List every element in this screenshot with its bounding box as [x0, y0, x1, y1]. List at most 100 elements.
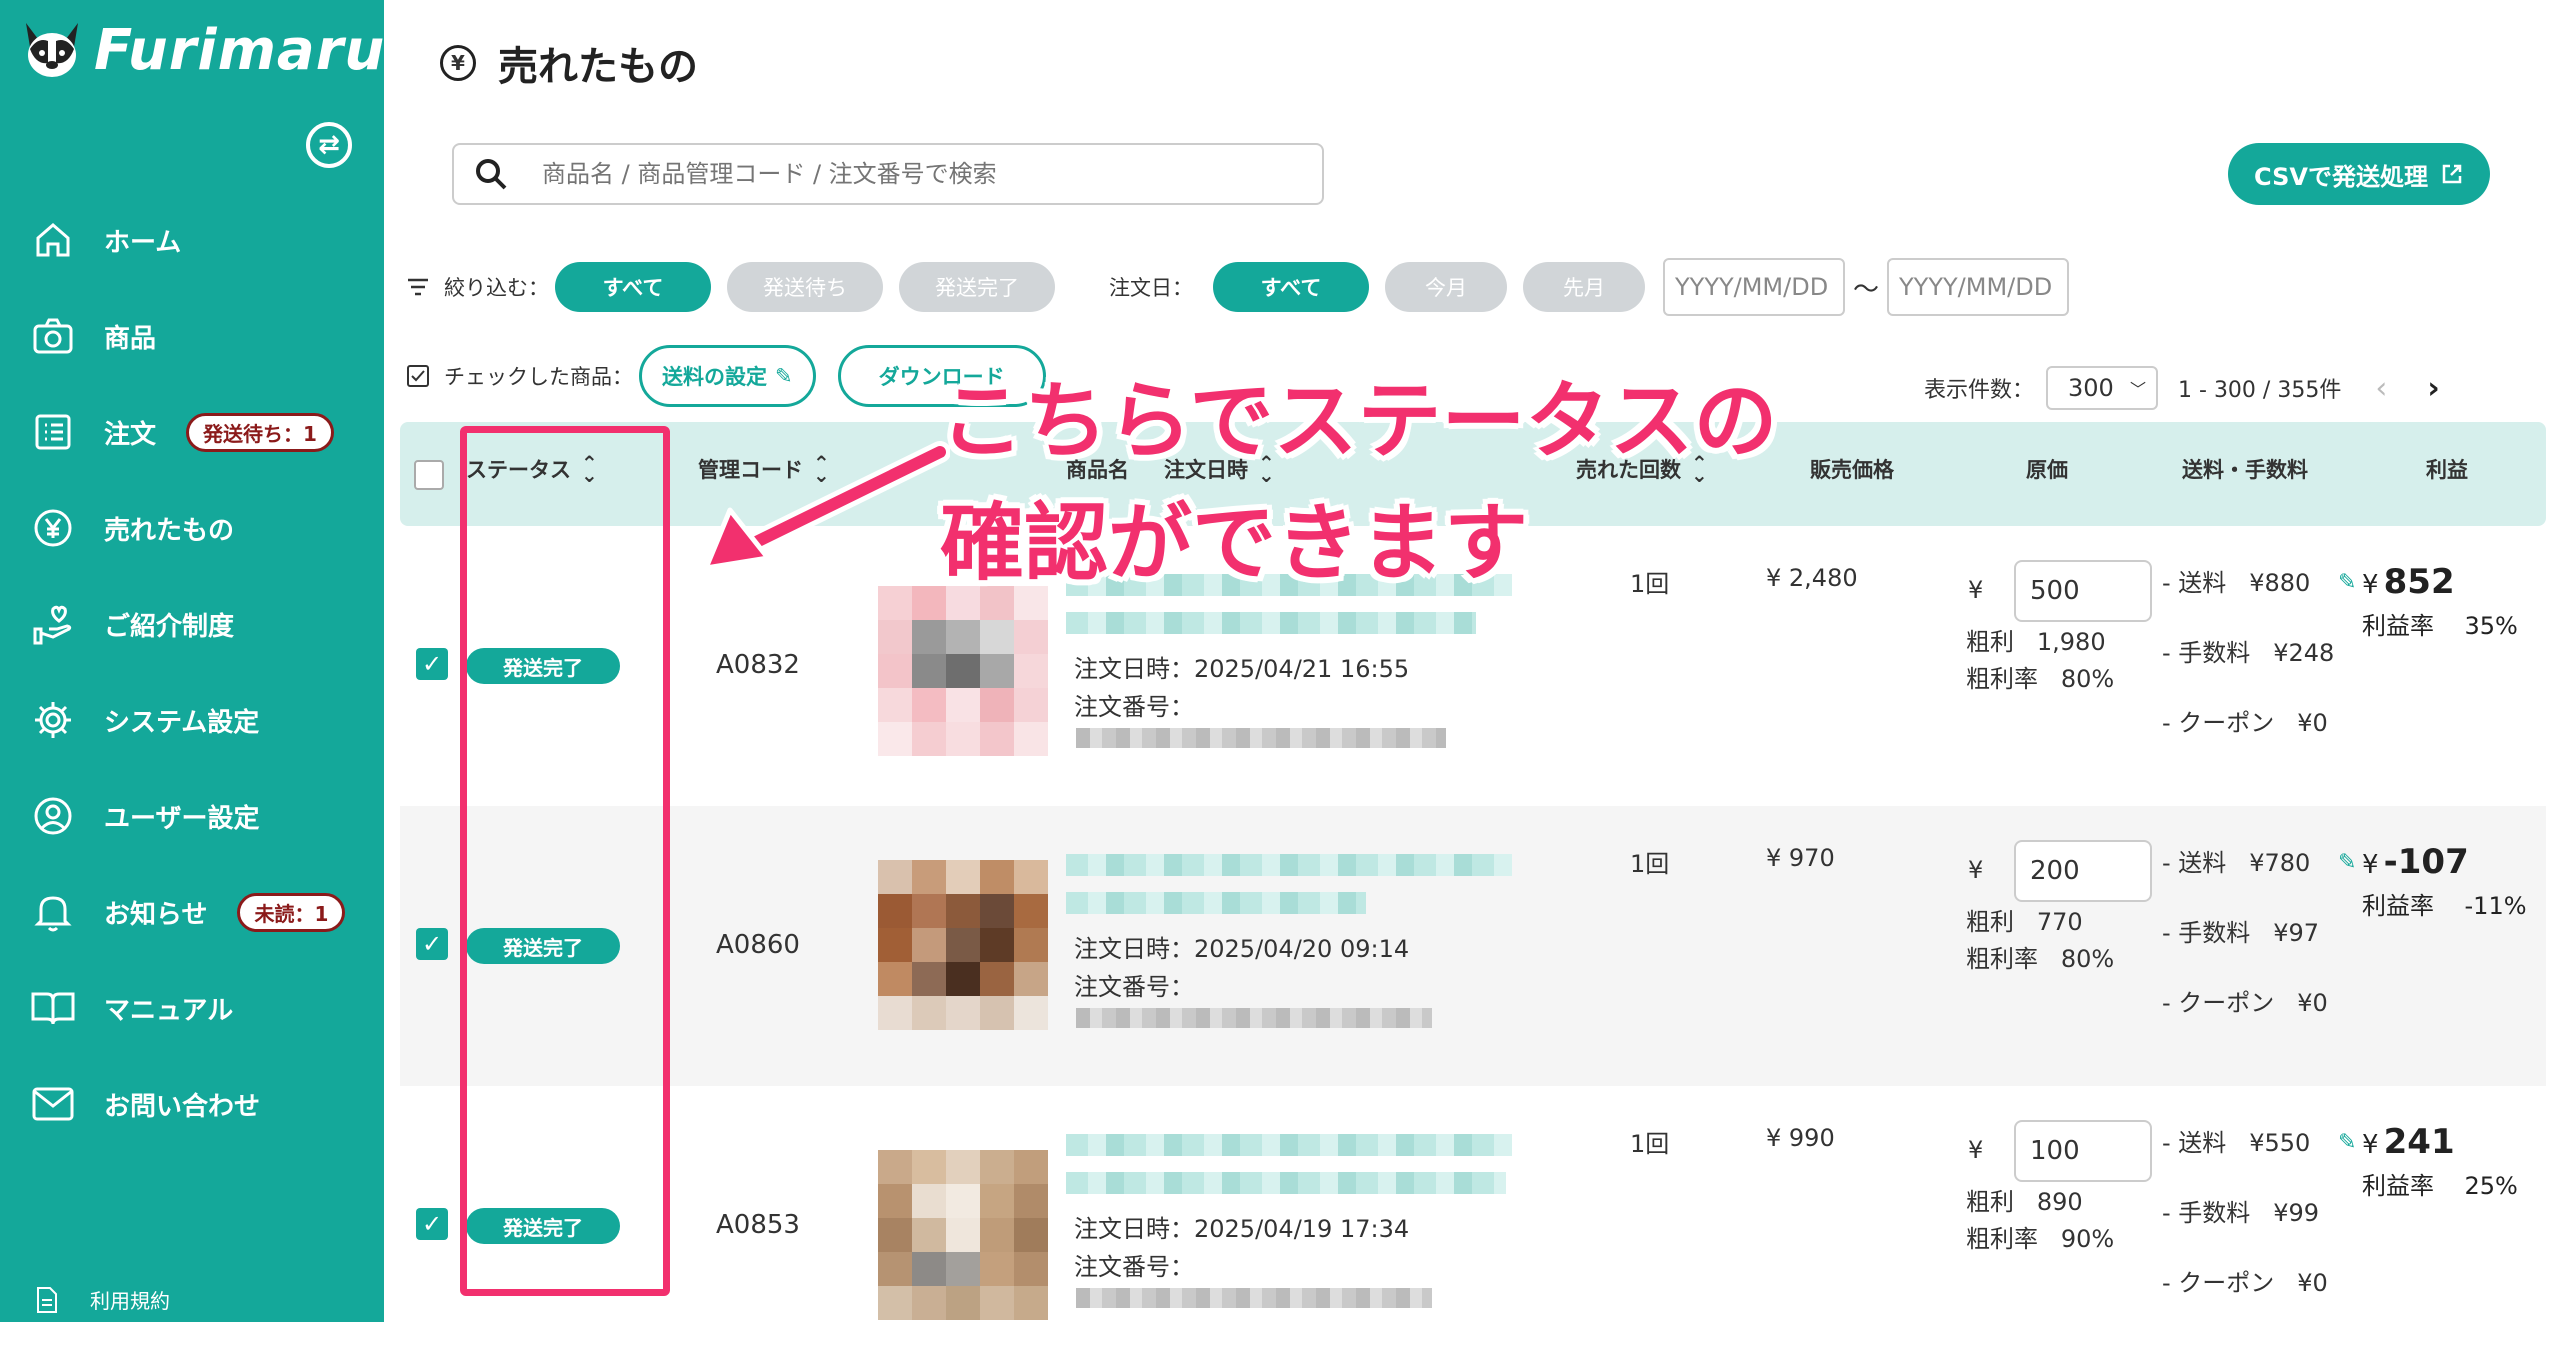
notifications-badge: 未読：1	[237, 892, 346, 932]
sold-count: 1回	[1630, 850, 1670, 878]
row-checkbox[interactable]: ✓	[416, 1208, 448, 1240]
camera-icon	[28, 311, 78, 361]
shipping-setting-button[interactable]: 送料の設定 ✎	[639, 345, 816, 407]
product-name-redacted[interactable]	[1066, 1172, 1506, 1194]
product-name-redacted[interactable]	[1066, 612, 1476, 634]
swap-icon[interactable]: ⇄	[306, 122, 352, 168]
header-profit: 利益	[2426, 458, 2468, 482]
status-filter-shipped[interactable]: 発送完了	[899, 262, 1055, 312]
order-date: 2025/04/20 09:14	[1194, 935, 1410, 963]
pagination: 表示件数： 300 ﹀ 1 - 300 / 355件 ‹ ›	[1924, 366, 2440, 410]
search-icon	[476, 159, 507, 190]
product-thumbnail[interactable]	[878, 1150, 1048, 1320]
sale-price: ¥ 970	[1766, 844, 1835, 872]
sale-price: ¥ 2,480	[1766, 564, 1858, 592]
status-filter-label: 絞り込む：	[444, 276, 549, 300]
profit: ¥ -107 利益率 -11%	[2362, 842, 2527, 920]
sidebar-item-products[interactable]: 商品	[28, 306, 368, 366]
csv-shipping-button[interactable]: CSVで発送処理	[2228, 143, 2490, 205]
product-name-redacted[interactable]	[1066, 854, 1512, 876]
document-icon	[37, 1286, 57, 1313]
edit-shipping-icon[interactable]: ✎	[2338, 850, 2356, 875]
sale-price: ¥ 990	[1766, 1124, 1835, 1152]
product-code: A0860	[716, 930, 800, 960]
brand-name: Furimaru?	[94, 18, 419, 83]
yen-circle-icon: ¥	[440, 45, 476, 81]
book-icon	[28, 983, 78, 1033]
sidebar-item-referral[interactable]: ご紹介制度	[28, 594, 368, 654]
order-date: 2025/04/19 17:34	[1194, 1215, 1410, 1243]
product-code: A0853	[716, 1210, 800, 1240]
header-price: 販売価格	[1810, 458, 1894, 482]
date-filter-label: 注文日：	[1109, 276, 1193, 300]
chevron-down-icon: ﹀	[2130, 380, 2147, 399]
gross-profit: 粗利 770 粗利率 80%	[1966, 908, 2115, 973]
order-number-redacted	[1076, 1288, 1432, 1308]
hand-heart-icon	[28, 599, 78, 649]
select-all-checkbox[interactable]	[414, 460, 444, 490]
sidebar-item-contact[interactable]: お問い合わせ	[28, 1074, 368, 1134]
bell-icon	[28, 887, 78, 937]
product-name-redacted[interactable]	[1066, 1134, 1512, 1156]
edit-shipping-icon[interactable]: ✎	[2338, 570, 2356, 595]
cost-input[interactable]: 500	[2014, 560, 2152, 622]
sold-count: 1回	[1630, 1130, 1670, 1158]
status-filter-pending[interactable]: 発送待ち	[727, 262, 883, 312]
dog-logo-icon	[26, 22, 78, 77]
range-separator: 〜	[1853, 274, 1880, 305]
home-icon	[28, 215, 78, 265]
per-page-label: 表示件数：	[1924, 378, 2035, 403]
yen-icon	[28, 503, 78, 553]
cost-yen: ¥	[1968, 856, 1984, 884]
sidebar-item-user-settings[interactable]: ユーザー設定	[28, 786, 368, 846]
bulk-label: チェックした商品：	[444, 365, 633, 389]
date-to-input[interactable]: YYYY/MM/DD	[1887, 258, 2070, 316]
date-filter-last-month[interactable]: 先月	[1523, 262, 1645, 312]
mail-icon	[28, 1079, 78, 1129]
row-checkbox[interactable]: ✓	[416, 648, 448, 680]
per-page-select[interactable]: 300 ﹀	[2046, 366, 2159, 410]
table-row: ✓ 発送完了 A0853 注文日時：2025/04/19 17:34 注文番号：…	[400, 1086, 2546, 1366]
order-meta: 注文日時：2025/04/20 09:14 注文番号：	[1074, 935, 1410, 1001]
sidebar-item-home[interactable]: ホーム	[28, 210, 368, 270]
terms-link[interactable]: 利用規約	[36, 1285, 170, 1314]
date-filter-all[interactable]: すべて	[1213, 262, 1369, 312]
status-column-highlight	[460, 426, 670, 1296]
date-filter-this-month[interactable]: 今月	[1385, 262, 1507, 312]
cost-yen: ¥	[1968, 576, 1984, 604]
pencil-icon: ✎	[775, 364, 793, 388]
product-thumbnail[interactable]	[878, 586, 1048, 756]
search-input[interactable]	[540, 159, 1300, 189]
cost-input[interactable]: 100	[2014, 1120, 2152, 1182]
status-filter-all[interactable]: すべて	[555, 262, 711, 312]
sidebar-item-manual[interactable]: マニュアル	[28, 978, 368, 1038]
orders-badge: 発送待ち：1	[186, 412, 334, 452]
order-meta: 注文日時：2025/04/21 16:55 注文番号：	[1074, 655, 1410, 721]
order-number-redacted	[1076, 1008, 1432, 1028]
sidebar-item-notifications[interactable]: お知らせ 未読：1	[28, 882, 368, 942]
gross-profit: 粗利 1,980 粗利率 80%	[1966, 628, 2115, 693]
page-range: 1 - 300 / 355件	[2178, 378, 2342, 403]
fees-breakdown: - 送料 ¥780 - 手数料 ¥97 - クーポン ¥0	[2162, 849, 2328, 1017]
cost-input[interactable]: 200	[2014, 840, 2152, 902]
product-name-redacted[interactable]	[1066, 892, 1366, 914]
header-cost: 原価	[2026, 458, 2068, 482]
brand-logo[interactable]: Furimaru?	[20, 18, 419, 83]
gear-icon	[28, 695, 78, 745]
main-content: ¥ 売れたもの CSVで発送処理 絞り込む： すべて 発送待ち 発送完了 注文日…	[384, 0, 2560, 1322]
sidebar-item-sold[interactable]: 売れたもの	[28, 498, 368, 558]
sidebar-item-system-settings[interactable]: システム設定	[28, 690, 368, 750]
order-number-redacted	[1076, 728, 1446, 748]
date-from-input[interactable]: YYYY/MM/DD	[1663, 258, 1845, 316]
row-checkbox[interactable]: ✓	[416, 928, 448, 960]
product-thumbnail[interactable]	[878, 860, 1048, 1030]
product-code: A0832	[716, 650, 800, 680]
prev-page-icon[interactable]: ‹	[2375, 371, 2387, 406]
header-fees: 送料・手数料	[2182, 458, 2308, 482]
sidebar-item-orders[interactable]: 注文 発送待ち：1	[28, 402, 368, 462]
next-page-icon[interactable]: ›	[2427, 371, 2439, 406]
search-box[interactable]	[452, 143, 1324, 205]
table-row: ✓ 発送完了 A0860 注文日時：2025/04/20 09:14 注文番号：…	[400, 806, 2546, 1086]
profit: ¥ 241 利益率 25%	[2362, 1122, 2518, 1200]
edit-shipping-icon[interactable]: ✎	[2338, 1130, 2356, 1155]
